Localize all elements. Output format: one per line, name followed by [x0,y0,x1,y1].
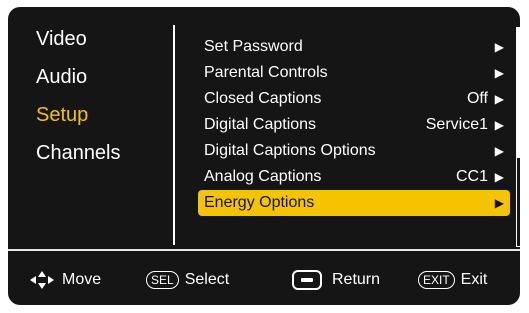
submenu-item-value: Off [466,90,488,107]
submenu-item-label: Digital Captions Options [204,142,376,159]
footer-divider [8,249,520,251]
triangle-right-icon: ▶ [494,92,504,106]
legend-exit-label: Exit [460,271,488,288]
setup-submenu: Set Password ▶ Parental Controls ▶ Close… [198,34,510,216]
legend-move: Move [30,265,101,295]
triangle-right-icon: ▶ [494,170,504,184]
submenu-item-value: CC1 [455,168,488,185]
submenu-item-label: Closed Captions [204,90,322,107]
submenu-item-parental-controls[interactable]: Parental Controls ▶ [198,60,510,86]
button-legend: Move SEL Select Return EXIT Exit [8,265,520,295]
legend-select: SEL Select [146,265,229,295]
submenu-item-label: Parental Controls [204,64,328,81]
triangle-right-icon: ▶ [494,66,504,80]
triangle-right-icon: ▶ [494,144,504,158]
submenu-item-digital-captions-options[interactable]: Digital Captions Options ▶ [198,138,510,164]
main-menu: Video Audio Setup Channels [36,29,176,181]
submenu-scrollbar[interactable] [516,27,520,247]
return-button-icon [292,270,322,290]
submenu-item-set-password[interactable]: Set Password ▶ [198,34,510,60]
menu-item-video[interactable]: Video [36,29,176,49]
menu-item-audio[interactable]: Audio [36,67,176,87]
submenu-item-label: Digital Captions [204,116,317,133]
triangle-right-icon: ▶ [494,196,504,210]
legend-return-label: Return [332,271,381,288]
legend-return: Return [292,265,380,295]
dpad-arrows-icon [30,269,54,291]
submenu-item-value: Service1 [425,116,488,133]
submenu-item-energy-options[interactable]: Energy Options ▶ [198,190,510,216]
scrollbar-thumb[interactable] [517,28,520,158]
sel-key-icon: SEL [146,271,179,289]
menu-item-setup[interactable]: Setup [36,105,176,125]
submenu-item-label: Energy Options [204,194,315,211]
legend-select-label: Select [184,271,230,288]
submenu-item-label: Analog Captions [204,168,322,185]
menu-item-channels[interactable]: Channels [36,143,176,163]
submenu-item-label: Set Password [204,38,303,55]
legend-exit: EXIT Exit [418,265,487,295]
exit-key-icon: EXIT [418,271,455,289]
submenu-item-analog-captions[interactable]: Analog Captions CC1 ▶ [198,164,510,190]
triangle-right-icon: ▶ [494,40,504,54]
legend-move-label: Move [62,271,102,288]
menu-divider [173,25,175,245]
triangle-right-icon: ▶ [494,118,504,132]
submenu-item-closed-captions[interactable]: Closed Captions Off ▶ [198,86,510,112]
submenu-item-digital-captions[interactable]: Digital Captions Service1 ▶ [198,112,510,138]
tv-osd-menu: Video Audio Setup Channels Set Password … [8,7,520,305]
